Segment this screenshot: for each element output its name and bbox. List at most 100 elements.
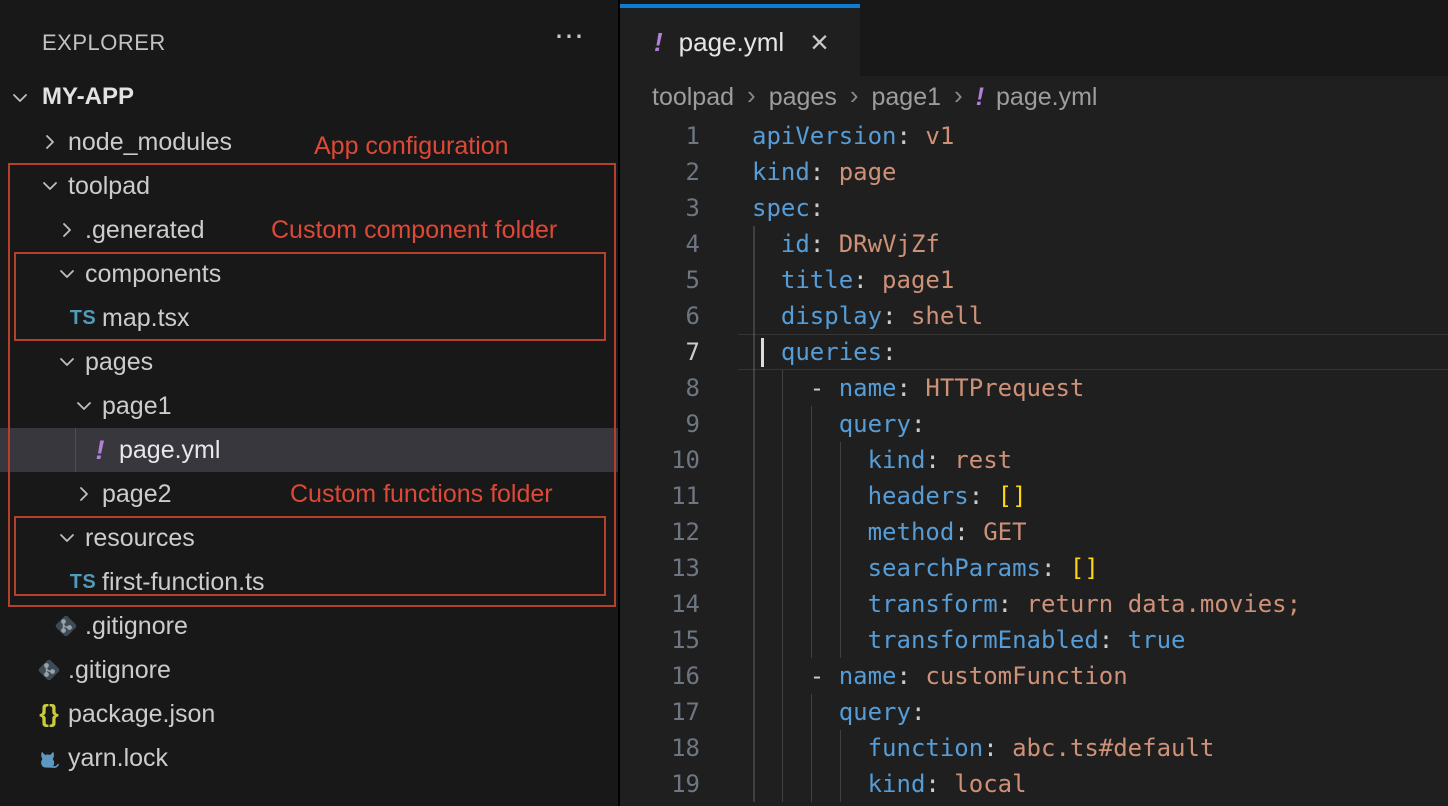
- tree-item-label: .generated: [85, 208, 205, 252]
- code-token: :: [954, 518, 968, 546]
- chevron-right-icon: ›: [850, 80, 859, 111]
- tree-item-page2[interactable]: page2: [0, 472, 618, 516]
- yml-icon: !: [83, 428, 117, 472]
- chevron-right-icon: [74, 484, 94, 509]
- code-line[interactable]: 1apiVersion: v1: [620, 118, 1448, 154]
- code-line[interactable]: 9 query:: [620, 406, 1448, 442]
- code-token: :: [925, 446, 939, 474]
- code-line[interactable]: 3spec:: [620, 190, 1448, 226]
- code-line[interactable]: 16 - name: customFunction: [620, 658, 1448, 694]
- code-line[interactable]: 15 transformEnabled: true: [620, 622, 1448, 658]
- code-area[interactable]: 1apiVersion: v12kind: page3spec:4 id: DR…: [620, 118, 1448, 806]
- code-line[interactable]: 18 function: abc.ts#default: [620, 730, 1448, 766]
- code-token: :: [911, 698, 925, 726]
- tree-item-map-tsx[interactable]: TSmap.tsx: [0, 296, 618, 340]
- code-token: [752, 446, 868, 474]
- code-line[interactable]: 8 - name: HTTPrequest: [620, 370, 1448, 406]
- tree-item--generated[interactable]: .generated: [0, 208, 618, 252]
- code-token: [752, 302, 781, 330]
- section-my-app[interactable]: MY-APP: [0, 76, 618, 120]
- code-text: - name: HTTPrequest: [752, 370, 1084, 406]
- code-token: :: [998, 590, 1012, 618]
- line-number: 6: [620, 298, 700, 334]
- code-token: rest: [940, 446, 1012, 474]
- code-token: :: [897, 374, 911, 402]
- code-token: query: [839, 698, 911, 726]
- tree-item-label: node_modules: [68, 120, 232, 164]
- tree-item-components[interactable]: components: [0, 252, 618, 296]
- code-token: [752, 554, 868, 582]
- tree-item--gitignore[interactable]: .gitignore: [0, 604, 618, 648]
- tree-item-first-function-ts[interactable]: TSfirst-function.ts: [0, 560, 618, 604]
- code-token: :: [925, 770, 939, 798]
- code-token: title: [781, 266, 853, 294]
- code-line[interactable]: 11 headers: []: [620, 478, 1448, 514]
- code-token: [752, 266, 781, 294]
- line-number: 19: [620, 766, 700, 802]
- code-line[interactable]: 14 transform: return data.movies;: [620, 586, 1448, 622]
- ts-icon: TS: [66, 296, 100, 340]
- section-label: MY-APP: [42, 83, 134, 111]
- code-line[interactable]: 5 title: page1: [620, 262, 1448, 298]
- breadcrumb-item[interactable]: pages: [769, 83, 837, 112]
- breadcrumb-item[interactable]: toolpad: [652, 83, 734, 112]
- code-line[interactable]: 12 method: GET: [620, 514, 1448, 550]
- tree-item--gitignore[interactable]: .gitignore: [0, 648, 618, 692]
- code-token: [752, 518, 868, 546]
- code-token: name: [839, 662, 897, 690]
- more-actions-icon[interactable]: ⋯: [554, 22, 584, 52]
- code-token: customFunction: [911, 662, 1128, 690]
- code-text: title: page1: [752, 262, 954, 298]
- code-token: :: [897, 662, 911, 690]
- line-number: 7: [620, 334, 700, 370]
- code-line[interactable]: 17 query:: [620, 694, 1448, 730]
- tree-item-toolpad[interactable]: toolpad: [0, 164, 618, 208]
- line-number: 9: [620, 406, 700, 442]
- code-token: [752, 338, 781, 366]
- code-line[interactable]: 2kind: page: [620, 154, 1448, 190]
- tree-item-package-json[interactable]: {}package.json: [0, 692, 618, 736]
- explorer-sidebar: EXPLORER ⋯ MY-APP node_modulestoolpad.ge…: [0, 0, 620, 806]
- code-token: [752, 230, 781, 258]
- code-line[interactable]: 7 queries:: [620, 334, 1448, 370]
- code-text: transformEnabled: true: [752, 622, 1185, 658]
- code-token: GET: [969, 518, 1027, 546]
- close-icon[interactable]: ×: [810, 27, 829, 57]
- breadcrumb-item[interactable]: page1: [872, 83, 942, 112]
- code-line[interactable]: 19 kind: local: [620, 766, 1448, 802]
- explorer-title: EXPLORER: [42, 30, 166, 56]
- tab-page-yml[interactable]: ! page.yml ×: [620, 4, 860, 76]
- code-token: :: [1099, 626, 1113, 654]
- yaml-file-icon: !: [976, 83, 984, 112]
- tree-item-pages[interactable]: pages: [0, 340, 618, 384]
- code-text: kind: page: [752, 154, 897, 190]
- tree-item-label: resources: [85, 516, 195, 560]
- code-line[interactable]: 13 searchParams: []: [620, 550, 1448, 586]
- code-text: query:: [752, 694, 925, 730]
- code-token: [752, 626, 868, 654]
- tree-item-resources[interactable]: resources: [0, 516, 618, 560]
- tree-item-page-yml[interactable]: !page.yml: [0, 428, 618, 472]
- tree-item-label: first-function.ts: [102, 560, 265, 604]
- code-token: local: [940, 770, 1027, 798]
- code-line[interactable]: 4 id: DRwVjZf: [620, 226, 1448, 262]
- chevron-down-icon: [57, 528, 77, 553]
- line-number: 3: [620, 190, 700, 226]
- code-token: :: [882, 302, 896, 330]
- chevron-right-icon: [40, 132, 60, 157]
- tree-item-page1[interactable]: page1: [0, 384, 618, 428]
- chevron-right-icon: ›: [954, 80, 963, 111]
- code-token: -: [810, 662, 839, 690]
- breadcrumb-item[interactable]: page.yml: [996, 83, 1097, 112]
- code-token: query: [839, 410, 911, 438]
- code-line[interactable]: 6 display: shell: [620, 298, 1448, 334]
- tree-item-node-modules[interactable]: node_modules: [0, 120, 618, 164]
- code-token: method: [868, 518, 955, 546]
- code-line[interactable]: 10 kind: rest: [620, 442, 1448, 478]
- code-token: :: [853, 266, 867, 294]
- chevron-down-icon: [57, 264, 77, 289]
- json-icon: {}: [32, 692, 66, 736]
- code-token: :: [810, 194, 824, 222]
- tree-item-yarn-lock[interactable]: yarn.lock: [0, 736, 618, 780]
- code-token: :: [810, 158, 824, 186]
